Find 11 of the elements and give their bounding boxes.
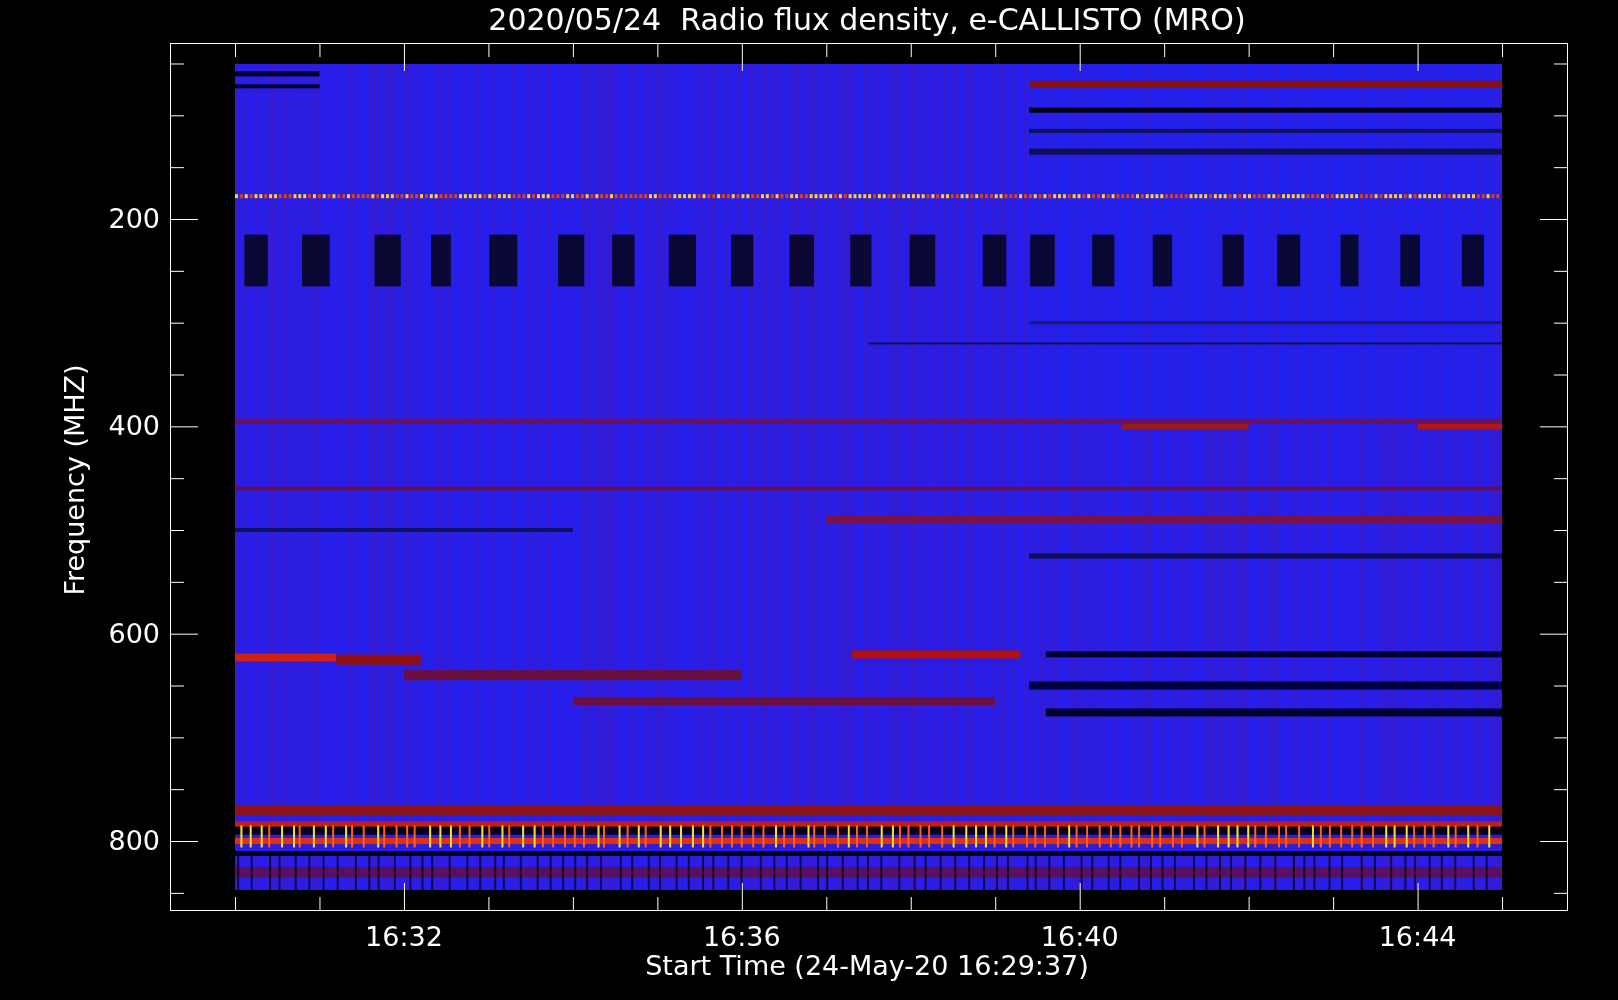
axis-tick-label: 16:40: [1040, 921, 1119, 952]
axis-tick-label: 200: [108, 203, 160, 234]
plot-title: 2020/05/24 Radio flux density, e-CALLISTO (MRO): [488, 2, 1246, 37]
axis-tick-label: 400: [108, 410, 160, 442]
axis-tick-label: 16:36: [702, 921, 781, 952]
axis-tick-label: 800: [108, 825, 160, 856]
axis-tick-label: 600: [108, 617, 160, 649]
axis-tick-label: 16:44: [1378, 921, 1457, 952]
axis-title: Frequency (MHZ): [59, 364, 90, 596]
axis-tick-label: 16:32: [365, 921, 443, 952]
axis-title: Start Time (24-May-20 16:29:37): [645, 950, 1089, 981]
